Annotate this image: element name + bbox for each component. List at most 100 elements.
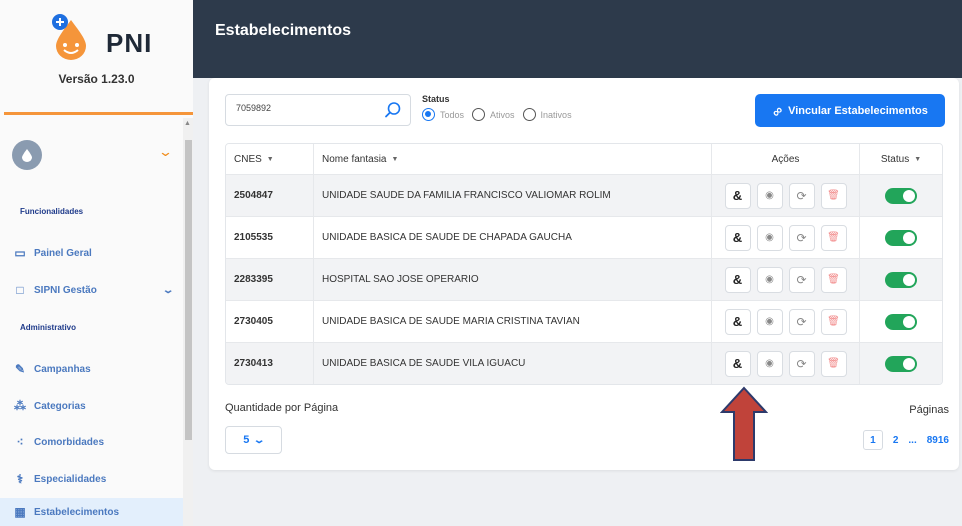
page-size-label: Quantidade por Página [225, 402, 339, 414]
table-row: 2730413 UNIDADE BASICA DE SAUDE VILA IGU… [226, 342, 942, 384]
app-logo[interactable]: PNI [50, 10, 190, 66]
column-header-nome[interactable]: Nome fantasia ▼ [314, 144, 712, 174]
sync-icon[interactable]: ⟳ [788, 350, 815, 377]
sort-icon: ▼ [266, 155, 274, 163]
table-row: 2283395 HOSPITAL SAO JOSE OPERARIO & ◉ ⟳… [226, 258, 942, 300]
status-filter-label: Status [422, 94, 450, 104]
cell-cnes: 2105535 [226, 217, 314, 258]
sync-icon[interactable]: ⟳ [788, 308, 815, 335]
cell-cnes: 2730405 [226, 301, 314, 342]
trash-icon[interactable]: 🗑 [820, 308, 847, 335]
search-icon[interactable] [384, 101, 402, 119]
cell-nome: UNIDADE BASICA DE SAUDE DE CHAPADA GAUCH… [314, 217, 712, 258]
establishments-card: Status Todos Ativos Inativos ∞ Vincular … [209, 78, 959, 470]
column-header-label: Nome fantasia [322, 153, 387, 165]
link-users-icon[interactable]: & [724, 308, 751, 335]
cell-nome: UNIDADE SAUDE DA FAMILIA FRANCISCO VALIO… [314, 175, 712, 216]
column-header-status[interactable]: Status ▼ [860, 144, 942, 174]
column-header-label: Status [880, 153, 910, 165]
radio-ativos[interactable]: Ativos [472, 108, 515, 121]
cell-cnes: 2504847 [226, 175, 314, 216]
trash-icon[interactable]: 🗑 [820, 224, 847, 251]
link-icon: ∞ [767, 101, 787, 120]
sync-icon[interactable]: ⟳ [788, 182, 815, 209]
link-users-icon[interactable]: & [724, 224, 751, 251]
status-toggle[interactable] [885, 271, 917, 288]
laptop-icon: □ [16, 283, 24, 297]
monitor-icon: ▭ [14, 246, 26, 260]
column-header-cnes[interactable]: CNES ▼ [226, 144, 314, 174]
status-toggle[interactable] [885, 355, 917, 372]
table-row: 2105535 UNIDADE BASICA DE SAUDE DE CHAPA… [226, 216, 942, 258]
page-2[interactable]: 2 [893, 435, 899, 446]
sidebar-item-categorias[interactable]: ⁂ Categorias [12, 392, 182, 420]
trash-icon[interactable]: 🗑 [820, 266, 847, 293]
sidebar-item-label: Estabelecimentos [34, 506, 120, 518]
link-users-icon[interactable]: & [724, 182, 751, 209]
avatar[interactable] [12, 140, 42, 170]
sidebar-item-label: Painel Geral [34, 247, 92, 259]
section-funcionalidades: Funcionalidades [20, 207, 84, 216]
sidebar-item-sipni-gestao[interactable]: □ SIPNI Gestão ⌄ [12, 276, 182, 304]
cell-nome: UNIDADE BASICA DE SAUDE MARIA CRISTINA T… [314, 301, 712, 342]
cell-status [860, 343, 942, 384]
sidebar-item-comorbidades[interactable]: ⁖ Comorbidades [12, 428, 182, 456]
sidebar-item-label: Comorbidades [34, 436, 105, 448]
link-users-icon[interactable]: & [724, 350, 751, 377]
radio-label: Ativos [490, 109, 515, 120]
sync-icon[interactable]: ⟳ [788, 266, 815, 293]
eye-icon[interactable]: ◉ [756, 182, 783, 209]
column-header-label: Ações [771, 153, 800, 165]
search-field[interactable] [225, 94, 411, 126]
chevron-down-icon: ⌄ [253, 434, 266, 446]
network-icon: ⁖ [16, 435, 24, 449]
sidebar-item-especialidades[interactable]: ⚕ Especialidades [12, 465, 182, 493]
syringe-icon: ✎ [14, 362, 26, 376]
scroll-up-icon[interactable]: ▲ [184, 120, 191, 127]
sidebar-scrollbar[interactable]: ▲ [183, 118, 193, 526]
radio-indicator [522, 108, 536, 121]
pages-label: Páginas [909, 404, 949, 416]
chevron-down-icon[interactable]: ⌄ [158, 144, 173, 160]
scroll-thumb[interactable] [185, 140, 192, 440]
page-header: Estabelecimentos [193, 0, 962, 68]
establishments-table: CNES ▼ Nome fantasia ▼ Ações Status ▼ 25… [225, 143, 943, 385]
trash-icon[interactable]: 🗑 [820, 350, 847, 377]
search-input[interactable] [236, 103, 376, 113]
table-row: 2730405 UNIDADE BASICA DE SAUDE MARIA CR… [226, 300, 942, 342]
column-header-label: CNES [234, 153, 262, 165]
radio-todos[interactable]: Todos [422, 108, 464, 121]
page-size-select[interactable]: 5 ⌄ [225, 426, 282, 454]
doctor-icon: ⚕ [16, 472, 24, 486]
page-last[interactable]: 8916 [927, 435, 949, 446]
cell-nome: UNIDADE BASICA DE SAUDE VILA IGUACU [314, 343, 712, 384]
app-name: PNI [106, 28, 153, 58]
sidebar-item-estabelecimentos[interactable]: ▦ Estabelecimentos [0, 498, 183, 526]
status-toggle[interactable] [885, 313, 917, 330]
status-filter: Todos Ativos Inativos [422, 108, 580, 121]
radio-inativos[interactable]: Inativos [522, 108, 572, 121]
eye-icon[interactable]: ◉ [756, 350, 783, 377]
page-ellipsis: ... [908, 434, 917, 446]
sidebar-item-campanhas[interactable]: ✎ Campanhas [12, 355, 182, 383]
cell-acoes: & ◉ ⟳ 🗑 [712, 259, 860, 300]
trash-icon[interactable]: 🗑 [820, 182, 847, 209]
eye-icon[interactable]: ◉ [756, 308, 783, 335]
status-toggle[interactable] [885, 187, 917, 204]
page-1[interactable]: 1 [862, 430, 883, 450]
status-toggle[interactable] [885, 229, 917, 246]
sidebar-divider [4, 112, 194, 115]
radio-indicator [422, 108, 435, 121]
eye-icon[interactable]: ◉ [756, 266, 783, 293]
sidebar-item-painel-geral[interactable]: ▭ Painel Geral [12, 239, 182, 267]
eye-icon[interactable]: ◉ [756, 224, 783, 251]
sync-icon[interactable]: ⟳ [788, 224, 815, 251]
sidebar: PNI Versão 1.23.0 ▲ ⌄ Funcionalidades ▭ … [0, 0, 194, 526]
link-establishments-button[interactable]: ∞ Vincular Estabelecimentos [755, 94, 945, 127]
link-users-icon[interactable]: & [724, 266, 751, 293]
sidebar-item-label: Especialidades [34, 473, 107, 485]
cell-acoes: & ◉ ⟳ 🗑 [712, 301, 860, 342]
page-size-value: 5 [243, 434, 250, 446]
radio-label: Inativos [540, 109, 572, 120]
chevron-down-icon: ⌄ [161, 284, 175, 296]
